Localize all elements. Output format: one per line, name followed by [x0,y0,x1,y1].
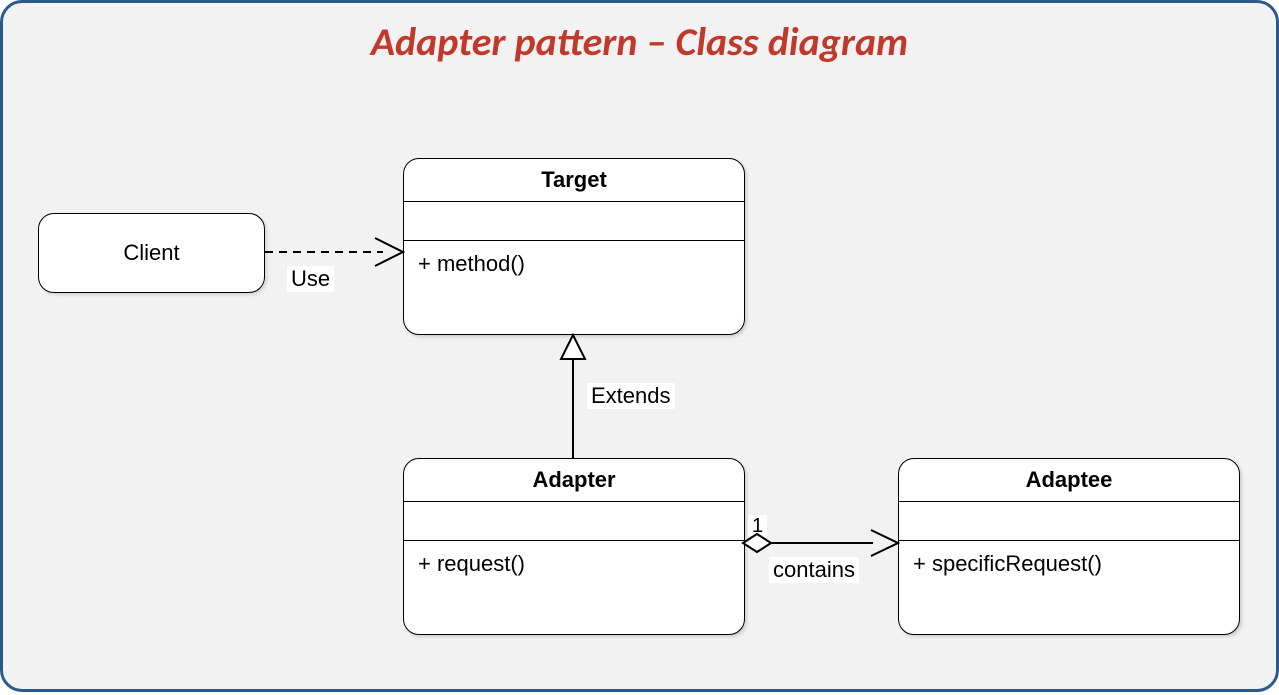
class-adaptee-ops: + specificRequest() [899,541,1239,605]
class-adaptee-attrs [899,502,1239,541]
edge-client-target [265,238,403,266]
class-client-name: Client [123,240,179,266]
class-target-name: Target [404,159,744,202]
label-contains: contains [769,557,859,583]
class-adapter-attrs [404,502,744,541]
class-adapter-ops: + request() [404,541,744,605]
label-extends: Extends [587,383,675,409]
diagram-frame: Adapter pattern – Class diagram Client T… [0,0,1279,692]
class-client: Client [38,213,265,293]
class-adapter: Adapter + request() [403,458,745,635]
class-adaptee-name: Adaptee [899,459,1239,502]
class-adaptee-method: + specificRequest() [913,551,1102,576]
label-multiplicity: 1 [748,515,767,538]
class-target-attrs [404,202,744,241]
class-adapter-name: Adapter [404,459,744,502]
class-target: Target + method() [403,158,745,335]
class-adapter-method: + request() [418,551,525,576]
label-use: Use [287,266,334,292]
class-adaptee: Adaptee + specificRequest() [898,458,1240,635]
class-target-method: + method() [418,251,525,276]
class-target-ops: + method() [404,241,744,305]
diagram-title: Adapter pattern – Class diagram [3,17,1276,66]
edge-adapter-target [561,335,585,458]
